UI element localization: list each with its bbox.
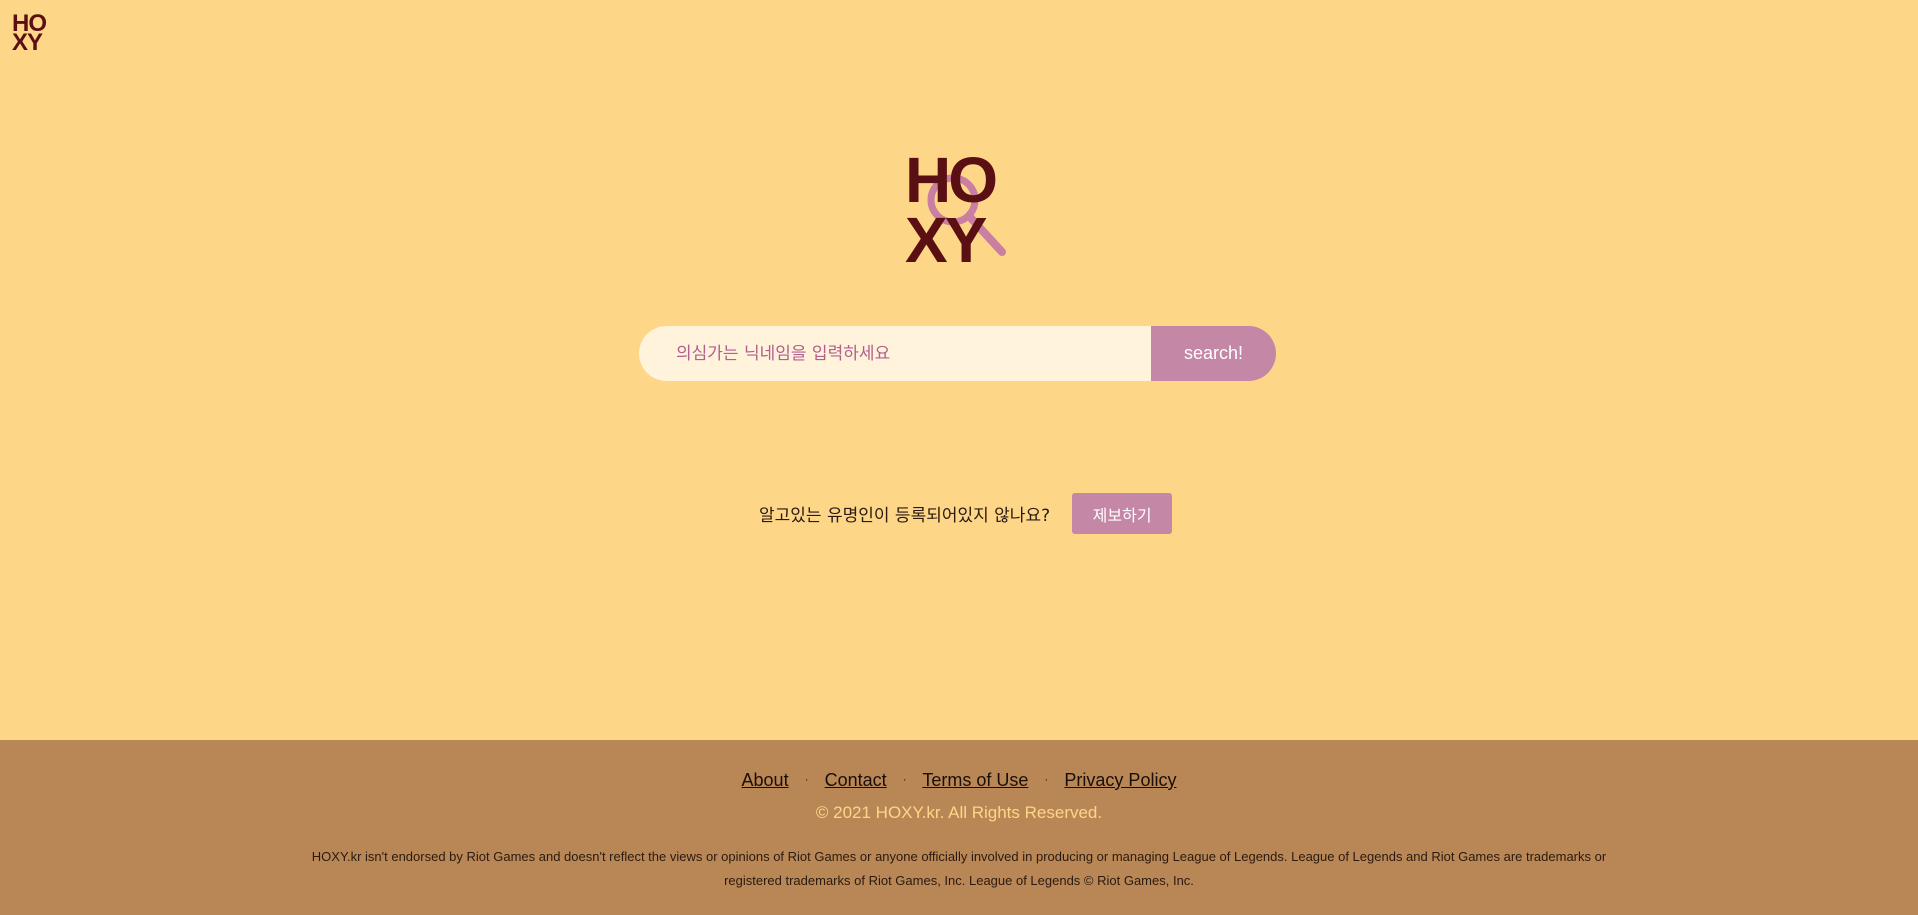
report-section: 알고있는 유명인이 등록되어있지 않나요? 제보하기: [759, 493, 1173, 534]
footer-separator: ·: [1044, 772, 1049, 786]
footer-separator: ·: [902, 772, 907, 786]
footer-link-contact[interactable]: Contact: [825, 770, 887, 790]
home-logo-link[interactable]: HO XY: [12, 12, 52, 56]
footer-link-privacy[interactable]: Privacy Policy: [1064, 770, 1176, 790]
copyright-text: © 2021 HOXY.kr. All Rights Reserved.: [815, 803, 1103, 822]
hoxy-logo-graphic: HO XY: [905, 144, 1006, 265]
report-prompt-text: 알고있는 유명인이 등록되어있지 않나요?: [759, 506, 1051, 526]
hoxy-main-logo: HO XY: [905, 140, 1015, 265]
footer: About · Contact · Terms of Use · Privacy…: [0, 740, 1918, 915]
nickname-search-input[interactable]: [639, 326, 1151, 381]
search-button[interactable]: search!: [1151, 326, 1276, 381]
report-button[interactable]: 제보하기: [1072, 493, 1173, 534]
footer-links: About · Contact · Terms of Use · Privacy…: [0, 770, 1918, 791]
logo-text-line2: XY: [12, 29, 43, 56]
logo-main-line2: XY: [905, 204, 987, 265]
search-bar: search!: [639, 326, 1276, 381]
footer-separator: ·: [804, 772, 809, 786]
footer-link-terms[interactable]: Terms of Use: [922, 770, 1028, 790]
riot-disclaimer-text: HOXY.kr isn't endorsed by Riot Games and…: [311, 849, 1607, 888]
footer-link-about[interactable]: About: [742, 770, 789, 790]
